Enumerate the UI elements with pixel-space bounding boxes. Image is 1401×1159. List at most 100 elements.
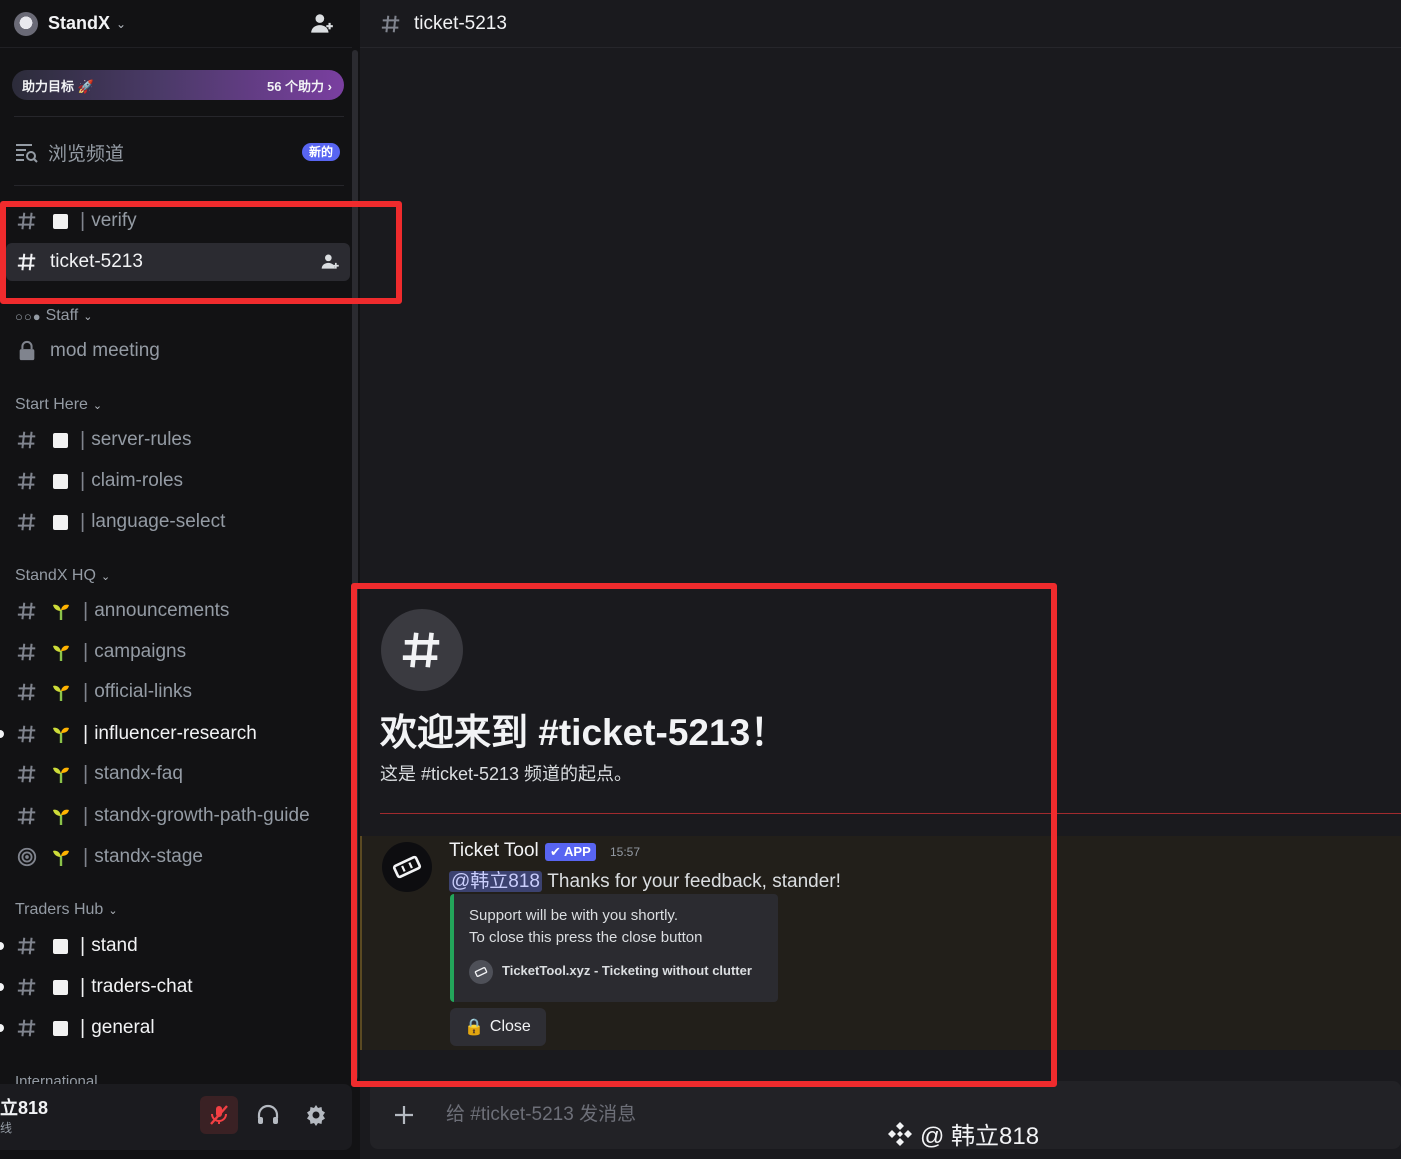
channel-announcements[interactable]: | announcements (6, 592, 350, 630)
channel-ticket-5213[interactable]: ticket-5213 (6, 243, 350, 281)
main-chat-area: ticket-5213 欢迎来到 #ticket-5213！ 这是 #ticke… (360, 0, 1401, 1159)
hash-icon (17, 937, 36, 955)
deafen-button[interactable] (249, 1096, 287, 1134)
unread-indicator (0, 942, 4, 950)
welcome-title: 欢迎来到 #ticket-5213！ (380, 712, 788, 753)
sprout-emoji-icon (53, 767, 69, 783)
hash-icon (17, 683, 36, 701)
channel-standx-stage[interactable]: | standx-stage (6, 838, 350, 876)
invite-people-icon[interactable] (308, 11, 336, 37)
discord-app: StandX ⌄ 助力目标 🚀 56 个助力 › 浏览频道 新的 | verif… (0, 0, 1401, 1159)
avatar[interactable] (382, 842, 432, 892)
sprout-emoji-icon (53, 645, 69, 661)
category-staff[interactable]: ○○● Staff ⌄ (15, 306, 92, 326)
channel-language-select[interactable]: | language-select (6, 503, 350, 541)
channel-campaigns[interactable]: | campaigns (6, 633, 350, 671)
user-name[interactable]: 立818 (0, 1094, 48, 1120)
lock-emoji-icon: 🔒 (464, 1019, 484, 1036)
channel-traders-chat[interactable]: | traders-chat (0, 968, 350, 1006)
hash-icon (17, 643, 36, 661)
user-status: 线 (0, 1121, 13, 1135)
message-item: Ticket Tool ✔ APP 15:57 @韩立818 Thanks fo… (360, 836, 1401, 1050)
add-member-icon[interactable] (320, 252, 340, 272)
muted-mic-icon (210, 1105, 228, 1125)
browse-channels-icon (16, 144, 38, 163)
plus-icon[interactable] (392, 1103, 416, 1127)
message-timestamp: 15:57 (610, 845, 641, 859)
channel-separator: | (80, 975, 86, 998)
square-emoji-icon (53, 473, 68, 489)
server-header[interactable]: StandX ⌄ (0, 0, 352, 48)
category-standx-hq[interactable]: StandX HQ ⌄ (15, 566, 110, 586)
square-emoji-icon (53, 514, 68, 530)
channel-label: standx-growth-path-guide (94, 805, 310, 826)
hash-icon (17, 212, 36, 230)
close-ticket-button[interactable]: 🔒 Close (450, 1008, 546, 1046)
channel-separator: | (83, 680, 89, 703)
channel-server-rules[interactable]: | server-rules (6, 421, 350, 459)
channel-standx-growth-path-guide[interactable]: | standx-growth-path-guide (6, 797, 350, 835)
dots-icon: ○○● (15, 308, 42, 324)
channel-label: stand (91, 935, 138, 956)
channel-label: announcements (94, 600, 230, 621)
category-start-here[interactable]: Start Here ⌄ (15, 395, 102, 415)
channel-separator: | (80, 934, 86, 957)
channel-standx-faq[interactable]: | standx-faq (6, 755, 350, 793)
browse-channels-item[interactable]: 浏览频道 新的 (14, 134, 344, 170)
channel-label: traders-chat (91, 976, 193, 997)
app-badge: ✔ APP (545, 843, 596, 861)
chevron-down-icon: ⌄ (100, 570, 111, 583)
channel-verify[interactable]: | verify (6, 202, 350, 240)
channel-sidebar: StandX ⌄ 助力目标 🚀 56 个助力 › 浏览频道 新的 | verif… (0, 0, 360, 1159)
channel-mod-meeting[interactable]: mod meeting (6, 332, 350, 370)
unread-indicator (0, 983, 4, 991)
square-emoji-icon (53, 1020, 68, 1036)
user-panel: 立818 线 (0, 1084, 352, 1150)
category-international[interactable]: International (15, 1072, 98, 1084)
channel-label: ticket-5213 (50, 251, 143, 272)
category-label: StandX HQ (15, 567, 96, 584)
channel-stand[interactable]: | stand (0, 927, 350, 965)
hash-icon (17, 431, 36, 449)
channel-label: claim-roles (91, 470, 184, 491)
binance-logo-icon (888, 1121, 912, 1146)
server-name: StandX (48, 13, 111, 33)
category-label: Traders Hub (15, 901, 104, 918)
square-emoji-icon (53, 213, 68, 229)
server-logo-icon (14, 11, 38, 36)
hash-icon (17, 725, 36, 743)
channel-official-links[interactable]: | official-links (6, 673, 350, 711)
channel-general[interactable]: | general (0, 1009, 350, 1047)
unread-indicator (0, 1024, 4, 1032)
channel-influencer-research[interactable]: | influencer-research (0, 715, 350, 753)
channel-label: standx-faq (94, 763, 183, 784)
square-emoji-icon (53, 979, 68, 995)
channel-claim-roles[interactable]: | claim-roles (6, 462, 350, 500)
chevron-down-icon: ⌄ (92, 399, 103, 412)
watermark-text: @ 韩立818 (920, 1123, 1040, 1150)
channel-separator: | (80, 1016, 86, 1039)
channel-separator: | (83, 762, 89, 785)
new-messages-divider (380, 813, 1401, 814)
user-settings-button[interactable] (297, 1096, 335, 1134)
mute-button[interactable] (200, 1096, 238, 1134)
channel-label: verify (91, 210, 137, 231)
channel-label: standx-stage (94, 846, 203, 867)
channel-header: ticket-5213 (360, 0, 1401, 48)
lock-icon (19, 340, 35, 361)
hash-icon (17, 1019, 36, 1037)
hash-icon (17, 807, 36, 825)
sidebar-scrollbar[interactable] (352, 50, 358, 1080)
boost-goal-bar[interactable]: 助力目标 🚀 56 个助力 › (12, 70, 344, 100)
hash-icon (17, 978, 36, 996)
ticket-tool-logo-icon (392, 855, 422, 879)
channel-label: official-links (94, 681, 193, 702)
message-author[interactable]: Ticket Tool (449, 840, 539, 862)
user-mention[interactable]: @韩立818 (449, 871, 542, 892)
chevron-down-icon: ⌄ (83, 310, 93, 323)
channel-separator: | (83, 845, 89, 868)
chevron-down-icon: ⌄ (108, 904, 118, 917)
sprout-emoji-icon (53, 850, 69, 866)
message-input[interactable] (446, 1101, 1146, 1129)
category-traders-hub[interactable]: Traders Hub ⌄ (15, 900, 118, 920)
